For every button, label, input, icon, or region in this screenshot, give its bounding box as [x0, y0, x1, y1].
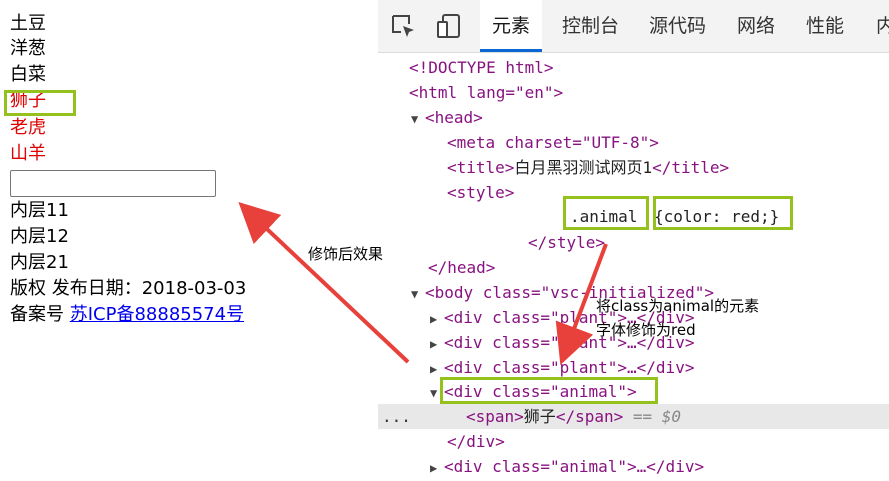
css-rule-highlight-box	[653, 196, 793, 230]
tab-performance[interactable]: 性能	[806, 0, 844, 52]
text-input[interactable]	[10, 170, 216, 197]
tab-memory[interactable]: 内	[876, 0, 889, 52]
style-node[interactable]: <style>	[447, 180, 514, 205]
head-node[interactable]: ▼ <head>	[411, 105, 483, 130]
tab-network[interactable]: 网络	[737, 0, 775, 52]
div-animal-highlight-box	[440, 377, 658, 404]
item-potato: 土豆	[10, 13, 46, 34]
meta-node[interactable]: <meta charset="UTF-8">	[447, 130, 659, 155]
item-cabbage: 白菜	[10, 64, 46, 85]
tab-console[interactable]: 控制台	[562, 0, 619, 52]
tab-elements[interactable]: 元素	[480, 0, 543, 52]
inner-11: 内层11	[10, 200, 69, 221]
rendered-page: 土豆 洋葱 白菜 狮子 老虎 山羊 内层11 内层12 内层21 版权 发布日期…	[0, 0, 378, 475]
collapsed-triangle-icon: ▶	[430, 312, 438, 326]
device-toggle-icon[interactable]	[436, 13, 462, 39]
div-close[interactable]: </div>	[447, 429, 505, 454]
expand-triangle-icon: ▼	[411, 287, 419, 301]
record-line: 备案号 苏ICP备88885574号	[10, 304, 244, 326]
collapsed-triangle-icon: ▶	[430, 461, 438, 475]
tab-sources[interactable]: 源代码	[649, 0, 706, 52]
row-menu-dots[interactable]: ...	[382, 404, 411, 429]
effect-annotation: 修饰后效果	[308, 245, 384, 263]
span-node[interactable]: <span>狮子</span> == $0	[466, 404, 681, 429]
title-node[interactable]: <title>白月黑羽测试网页1</title>	[447, 155, 729, 180]
html-node[interactable]: <html lang="en">	[409, 80, 563, 105]
head-close[interactable]: </head>	[428, 255, 495, 280]
item-onion: 洋葱	[10, 38, 46, 59]
inspect-icon[interactable]	[390, 13, 416, 39]
css-selector-highlight-box	[563, 196, 649, 230]
record-label: 备案号	[10, 304, 64, 325]
devtools-panel: 元素 控制台 源代码 网络 性能 内 ... <!DOCTYPE html> <…	[378, 0, 889, 476]
inner-21: 内层21	[10, 252, 69, 273]
dom-tree: ... <!DOCTYPE html> <html lang="en"> ▼ <h…	[378, 52, 889, 476]
doctype-node[interactable]: <!DOCTYPE html>	[409, 55, 554, 80]
div-animal-2[interactable]: ▶ <div class="animal">…</div>	[430, 454, 704, 479]
item-goat: 山羊	[10, 143, 46, 164]
record-link[interactable]: 苏ICP备88885574号	[70, 304, 244, 325]
item-tiger: 老虎	[10, 117, 46, 138]
copyright-text: 版权 发布日期：2018-03-03	[10, 278, 247, 299]
devtools-toolbar: 元素 控制台 源代码 网络 性能 内	[378, 0, 889, 53]
inner-12: 内层12	[10, 226, 69, 247]
style-close[interactable]: </style>	[528, 230, 605, 255]
collapsed-triangle-icon: ▶	[430, 337, 438, 351]
explain-annotation-line1: 将class为animal的元素	[596, 297, 760, 315]
lion-highlight-box	[4, 90, 76, 116]
explain-annotation-line2: 字体修饰为red	[596, 321, 696, 339]
expand-triangle-icon: ▼	[411, 112, 419, 126]
